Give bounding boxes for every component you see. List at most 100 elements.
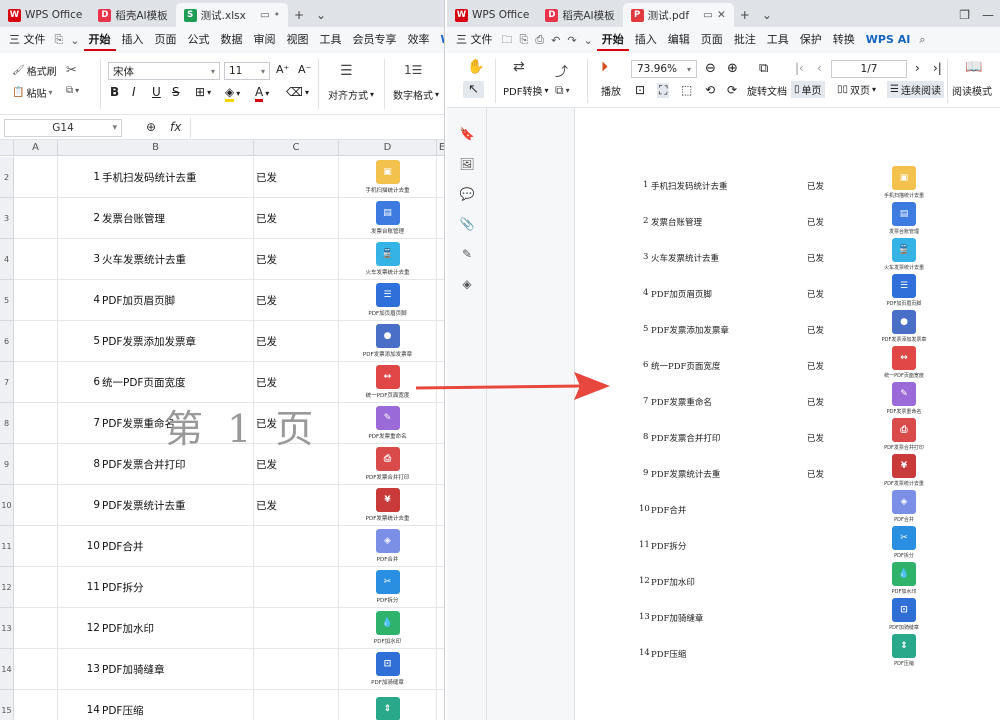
cell-e[interactable]	[437, 526, 444, 566]
rotate-right-icon[interactable]: ⟳	[727, 83, 737, 97]
cell-b[interactable]: 10 PDF合并	[58, 526, 254, 566]
chevron-down-icon[interactable]: ⌄	[67, 34, 82, 47]
cell-b[interactable]: 3 火车发票统计去重	[58, 239, 254, 279]
menu-file[interactable]: 三 文件	[4, 29, 51, 51]
menu-wps-ai[interactable]: WPS AI	[861, 29, 916, 51]
table-row[interactable]: 4 PDF加页眉页脚 已发 ☰ PDF加页眉页脚	[14, 280, 444, 321]
search-icon[interactable]: ⌕	[916, 33, 928, 47]
eraser-icon[interactable]: ⌫ ▾	[286, 85, 309, 99]
row-number[interactable]: 14	[0, 649, 14, 690]
row-number[interactable]: 5	[0, 280, 14, 321]
menu-convert[interactable]: 转换	[828, 29, 860, 51]
column-header-d[interactable]: D	[339, 140, 437, 156]
signature-pen-icon[interactable]: ✎	[459, 246, 475, 262]
font-increase-icon[interactable]: A⁺	[276, 63, 289, 76]
cell-b[interactable]: 14 PDF压缩	[58, 690, 254, 720]
tab-wps-office[interactable]: W WPS Office	[447, 3, 537, 27]
cell-b[interactable]: 1 手机扫发码统计去重	[58, 157, 254, 197]
cell-c[interactable]: 已发	[254, 280, 339, 320]
italic-icon[interactable]: I	[132, 85, 136, 99]
double-page-button[interactable]: ▯▯ 双页 ▾	[837, 82, 876, 97]
zoom-in-icon[interactable]: ⊕	[727, 61, 738, 76]
print-icon[interactable]: ⎙	[532, 33, 547, 47]
cell-c[interactable]: 已发	[254, 362, 339, 402]
cell-d[interactable]: 💧 PDF加水印	[339, 608, 437, 648]
menu-review[interactable]: 审阅	[249, 29, 281, 51]
cell-c[interactable]	[254, 526, 339, 566]
name-box[interactable]: G14 ▾	[4, 119, 122, 137]
menu-data[interactable]: 数据	[216, 29, 248, 51]
cell-e[interactable]	[437, 485, 444, 525]
restore-window-icon[interactable]: ❐	[953, 3, 976, 27]
new-tab-plus-icon[interactable]: +	[288, 3, 310, 27]
number-format-button[interactable]: 数字格式 ▾	[393, 87, 439, 102]
format-painter-button[interactable]: 🖌 格式刷	[12, 63, 57, 78]
column-header-e[interactable]: E	[437, 140, 444, 156]
cell-e[interactable]	[437, 690, 444, 720]
comment-icon[interactable]: 💬	[459, 186, 475, 202]
cell-d[interactable]: ⎙ PDF发票合并打印	[339, 444, 437, 484]
zoom-search-icon[interactable]: ⊕	[146, 120, 156, 134]
menu-home[interactable]: 开始	[596, 29, 629, 51]
cell-d[interactable]: ● PDF发票添加发票章	[339, 321, 437, 361]
column-header-b[interactable]: B	[58, 140, 254, 156]
cell-d[interactable]: 🚆 火车发票统计去重	[339, 239, 437, 279]
row-number[interactable]: 2	[0, 157, 14, 198]
row-number[interactable]: 6	[0, 321, 14, 362]
folder-icon[interactable]: 🗀	[499, 31, 516, 50]
cell-a[interactable]	[14, 526, 58, 566]
font-name-select[interactable]: 宋体 ▾	[108, 62, 220, 80]
fit-page-icon[interactable]: ⛶	[657, 83, 670, 98]
save-icon[interactable]: ⎘	[517, 33, 532, 47]
cell-c[interactable]: 已发	[254, 157, 339, 197]
first-page-icon[interactable]: |‹	[795, 61, 804, 75]
menu-tools[interactable]: 工具	[315, 29, 347, 51]
export-icon[interactable]: ⤴	[555, 61, 568, 80]
continuous-read-button[interactable]: ☰ 连续阅读	[887, 81, 944, 98]
table-row[interactable]: 5 PDF发票添加发票章 已发 ● PDF发票添加发票章	[14, 321, 444, 362]
bookmark-icon[interactable]: 🔖	[459, 126, 475, 142]
cell-e[interactable]	[437, 444, 444, 484]
cell-c[interactable]: 已发	[254, 198, 339, 238]
read-mode-button[interactable]: 阅读模式	[952, 83, 992, 98]
menu-protect[interactable]: 保护	[795, 29, 827, 51]
menu-wps-ai[interactable]: W	[436, 29, 444, 51]
column-header-a[interactable]: A	[14, 140, 58, 156]
cell-a[interactable]	[14, 198, 58, 238]
single-page-button[interactable]: ▯ 单页	[791, 81, 825, 98]
fx-icon[interactable]: fx	[170, 120, 181, 134]
hand-tool-icon[interactable]: ✋	[467, 59, 484, 75]
cell-d[interactable]: ¥ PDF发票统计去重	[339, 485, 437, 525]
fill-color-icon[interactable]: ◈ ▾	[225, 85, 240, 102]
align-button[interactable]: 对齐方式 ▾	[328, 87, 374, 102]
play-button[interactable]: 播放	[601, 83, 621, 98]
underline-icon[interactable]: U	[152, 85, 161, 99]
row-number[interactable]: 11	[0, 526, 14, 567]
menu-page[interactable]: 页面	[696, 29, 728, 51]
table-row[interactable]: 14 PDF压缩 ⇕	[14, 690, 444, 720]
tab-xlsx-file[interactable]: S 测试.xlsx ▭ •	[175, 3, 288, 27]
cell-d[interactable]: ⊡ PDF加骑缝章	[339, 649, 437, 689]
cell-a[interactable]	[14, 444, 58, 484]
new-tab-plus-icon[interactable]: +	[734, 3, 756, 27]
border-icon[interactable]: ⊞ ▾	[195, 85, 211, 99]
cell-c[interactable]	[254, 649, 339, 689]
menu-member[interactable]: 会员专享	[348, 29, 402, 51]
menu-home[interactable]: 开始	[83, 29, 116, 51]
thumbnail-icon[interactable]: 🖼	[459, 156, 475, 172]
cell-e[interactable]	[437, 280, 444, 320]
table-row[interactable]: 12 PDF加水印 💧 PDF加水印	[14, 608, 444, 649]
cell-d[interactable]: ▤ 发票台账管理	[339, 198, 437, 238]
page-number-input[interactable]: 1/7	[831, 60, 907, 78]
zoom-out-icon[interactable]: ⊖	[705, 61, 716, 76]
font-color-icon[interactable]: A ▾	[255, 85, 269, 102]
table-row[interactable]: 1 手机扫发码统计去重 已发 ▣ 手机扫描统计去重	[14, 157, 444, 198]
menu-formula[interactable]: 公式	[183, 29, 215, 51]
cell-a[interactable]	[14, 157, 58, 197]
minimize-icon[interactable]: —	[976, 3, 1000, 27]
redo-icon[interactable]: ↷	[564, 34, 579, 47]
monitor-icon[interactable]: ▭	[703, 9, 713, 21]
cell-b[interactable]: 12 PDF加水印	[58, 608, 254, 648]
cell-e[interactable]	[437, 608, 444, 648]
cell-c[interactable]: 已发	[254, 321, 339, 361]
